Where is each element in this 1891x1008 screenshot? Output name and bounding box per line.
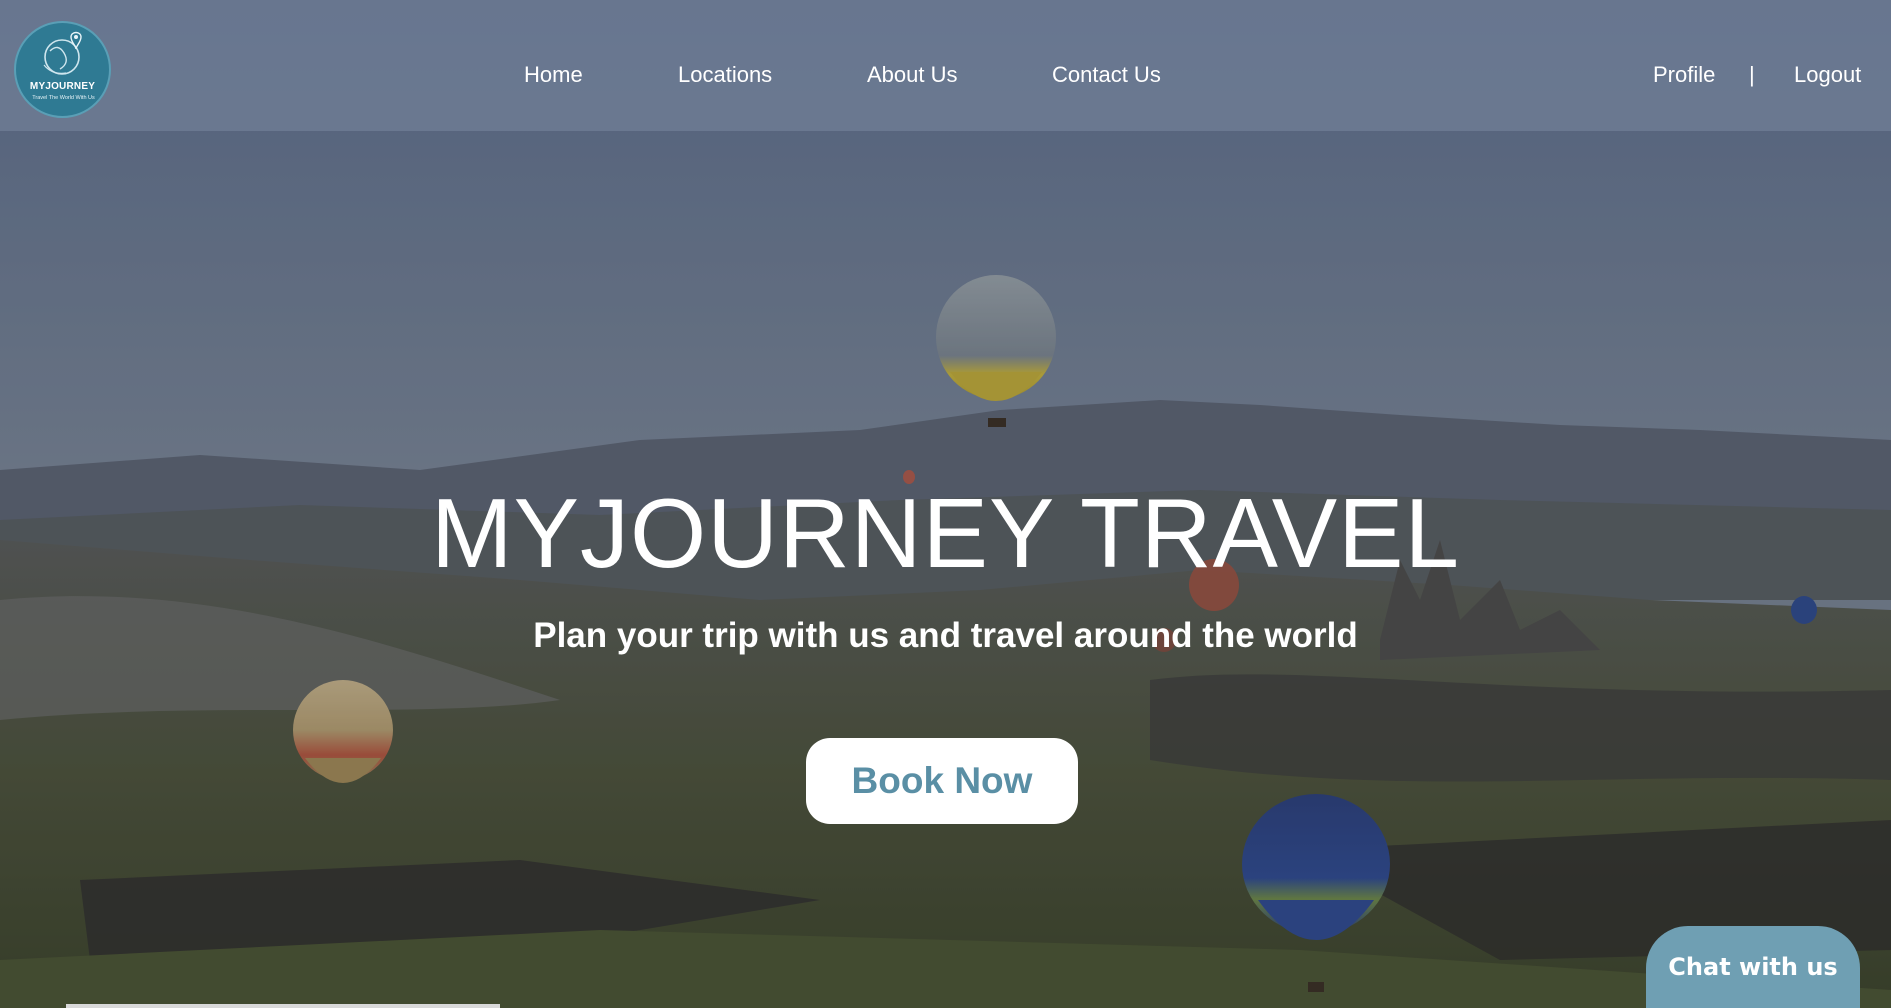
- hero-subtitle: Plan your trip with us and travel around…: [533, 616, 1358, 655]
- nav-about-us[interactable]: About Us: [867, 62, 958, 88]
- nav-logout[interactable]: Logout: [1794, 62, 1861, 88]
- nav-home[interactable]: Home: [524, 62, 583, 88]
- nav-contact-us[interactable]: Contact Us: [1052, 62, 1161, 88]
- bottom-edge-strip: [66, 1004, 500, 1008]
- globe-pin-icon: [43, 31, 82, 75]
- chat-with-us-button[interactable]: Chat with us: [1646, 926, 1860, 1008]
- top-navigation-bar: MYJOURNEY Travel The World With Us Home …: [0, 0, 1891, 131]
- nav-profile[interactable]: Profile: [1653, 62, 1715, 88]
- book-now-button[interactable]: Book Now: [806, 738, 1078, 824]
- brand-name: MYJOURNEY: [29, 81, 96, 92]
- hero-title: MYJOURNEY TRAVEL: [431, 478, 1460, 588]
- brand-tagline: Travel The World With Us: [32, 95, 95, 101]
- brand-logo[interactable]: MYJOURNEY Travel The World With Us: [14, 21, 111, 118]
- nav-locations[interactable]: Locations: [678, 62, 772, 88]
- nav-separator: |: [1749, 62, 1755, 87]
